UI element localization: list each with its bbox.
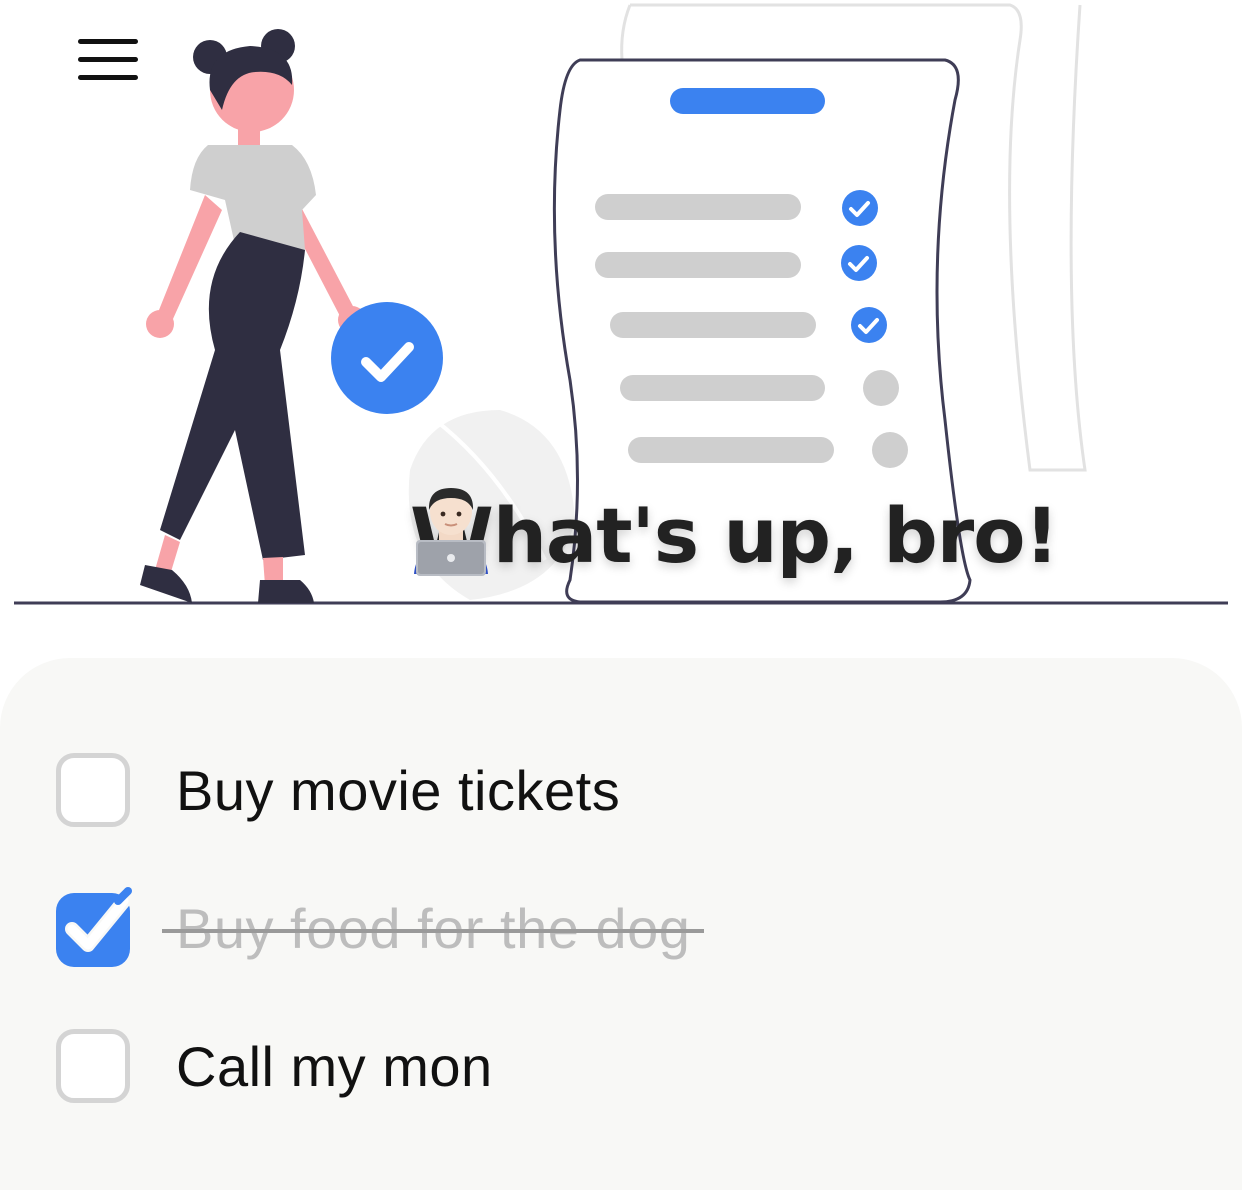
checkmark-icon	[56, 887, 132, 967]
small-check-icon	[842, 190, 878, 226]
header-hero: What's up, bro!	[0, 0, 1242, 620]
task-checkbox[interactable]	[56, 1029, 130, 1103]
woman-figure	[140, 29, 366, 603]
technologist-emoji-icon	[414, 488, 488, 576]
big-check-badge-icon	[331, 302, 443, 414]
greeting-heading: What's up, bro!	[410, 480, 1059, 590]
list-item[interactable]: Call my mon	[56, 1026, 493, 1106]
task-checkbox-checked[interactable]	[56, 887, 132, 967]
hamburger-menu-icon[interactable]	[70, 30, 146, 90]
task-label-completed: Buy food for the dog	[161, 896, 705, 960]
todo-app-screen: What's up, bro! Buy movie tickets Buy fo…	[0, 0, 1242, 1190]
task-checkbox[interactable]	[56, 753, 130, 827]
task-list: Buy movie tickets Buy food for the dog C…	[0, 658, 1242, 1190]
list-item[interactable]: Buy food for the dog	[56, 887, 705, 968]
list-item[interactable]: Buy movie tickets	[56, 750, 620, 830]
greeting-text: What's up, bro!	[410, 490, 1059, 580]
task-label: Buy movie tickets	[176, 758, 621, 822]
task-label: Call my mon	[176, 1034, 493, 1098]
